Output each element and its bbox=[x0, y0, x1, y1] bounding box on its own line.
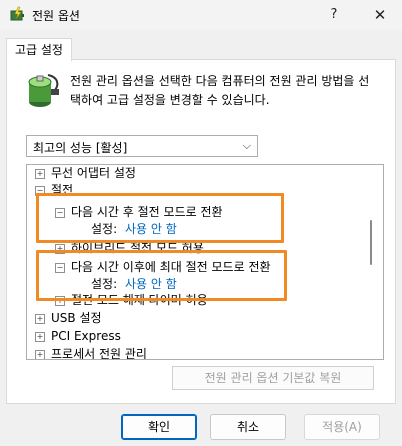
help-button[interactable]: ? bbox=[312, 0, 356, 30]
close-button[interactable]: ✕ bbox=[358, 0, 402, 30]
expand-icon[interactable]: + bbox=[35, 350, 45, 359]
tree-item-label: PCI Express bbox=[51, 329, 121, 343]
power-options-icon bbox=[10, 6, 24, 21]
highlight-box-sleep-after bbox=[36, 193, 284, 243]
chevron-down-icon: ⌵ bbox=[242, 139, 251, 152]
window-title: 전원 옵션 bbox=[32, 9, 80, 23]
expand-icon[interactable]: + bbox=[35, 314, 45, 324]
description-text: 전원 관리 옵션을 선택한 다음 컴퓨터의 전원 관리 방법을 선택하여 고급 … bbox=[70, 74, 370, 107]
tab-advanced-settings[interactable]: 고급 설정 bbox=[6, 38, 72, 61]
tree-item-label: 무선 어댑터 설정 bbox=[51, 166, 136, 180]
tree-scrollbar-thumb[interactable] bbox=[370, 220, 372, 265]
apply-button[interactable]: 적용(A) bbox=[304, 414, 380, 440]
expand-icon[interactable]: + bbox=[35, 332, 45, 342]
power-options-dialog: 전원 옵션 ? ✕ 고급 설정 전원 관리 옵션을 선택한 다음 컴퓨터의 전원… bbox=[0, 0, 402, 446]
restore-defaults-button[interactable]: 전원 관리 옵션 기본값 복원 bbox=[172, 366, 374, 390]
power-plan-value: 최고의 성능 [활성] bbox=[33, 141, 128, 155]
power-plan-dropdown[interactable]: 최고의 성능 [활성] ⌵ bbox=[26, 135, 258, 157]
tree-item-label: USB 설정 bbox=[51, 311, 102, 325]
cancel-button[interactable]: 취소 bbox=[210, 414, 286, 440]
highlight-box-hibernate-after bbox=[36, 250, 287, 301]
expand-icon[interactable]: + bbox=[35, 169, 45, 179]
tree-item-label: 프로세서 전원 관리 bbox=[51, 347, 147, 360]
ok-button[interactable]: 확인 bbox=[121, 414, 197, 440]
battery-power-icon bbox=[28, 74, 59, 107]
title-bar: 전원 옵션 ? ✕ bbox=[0, 0, 402, 30]
